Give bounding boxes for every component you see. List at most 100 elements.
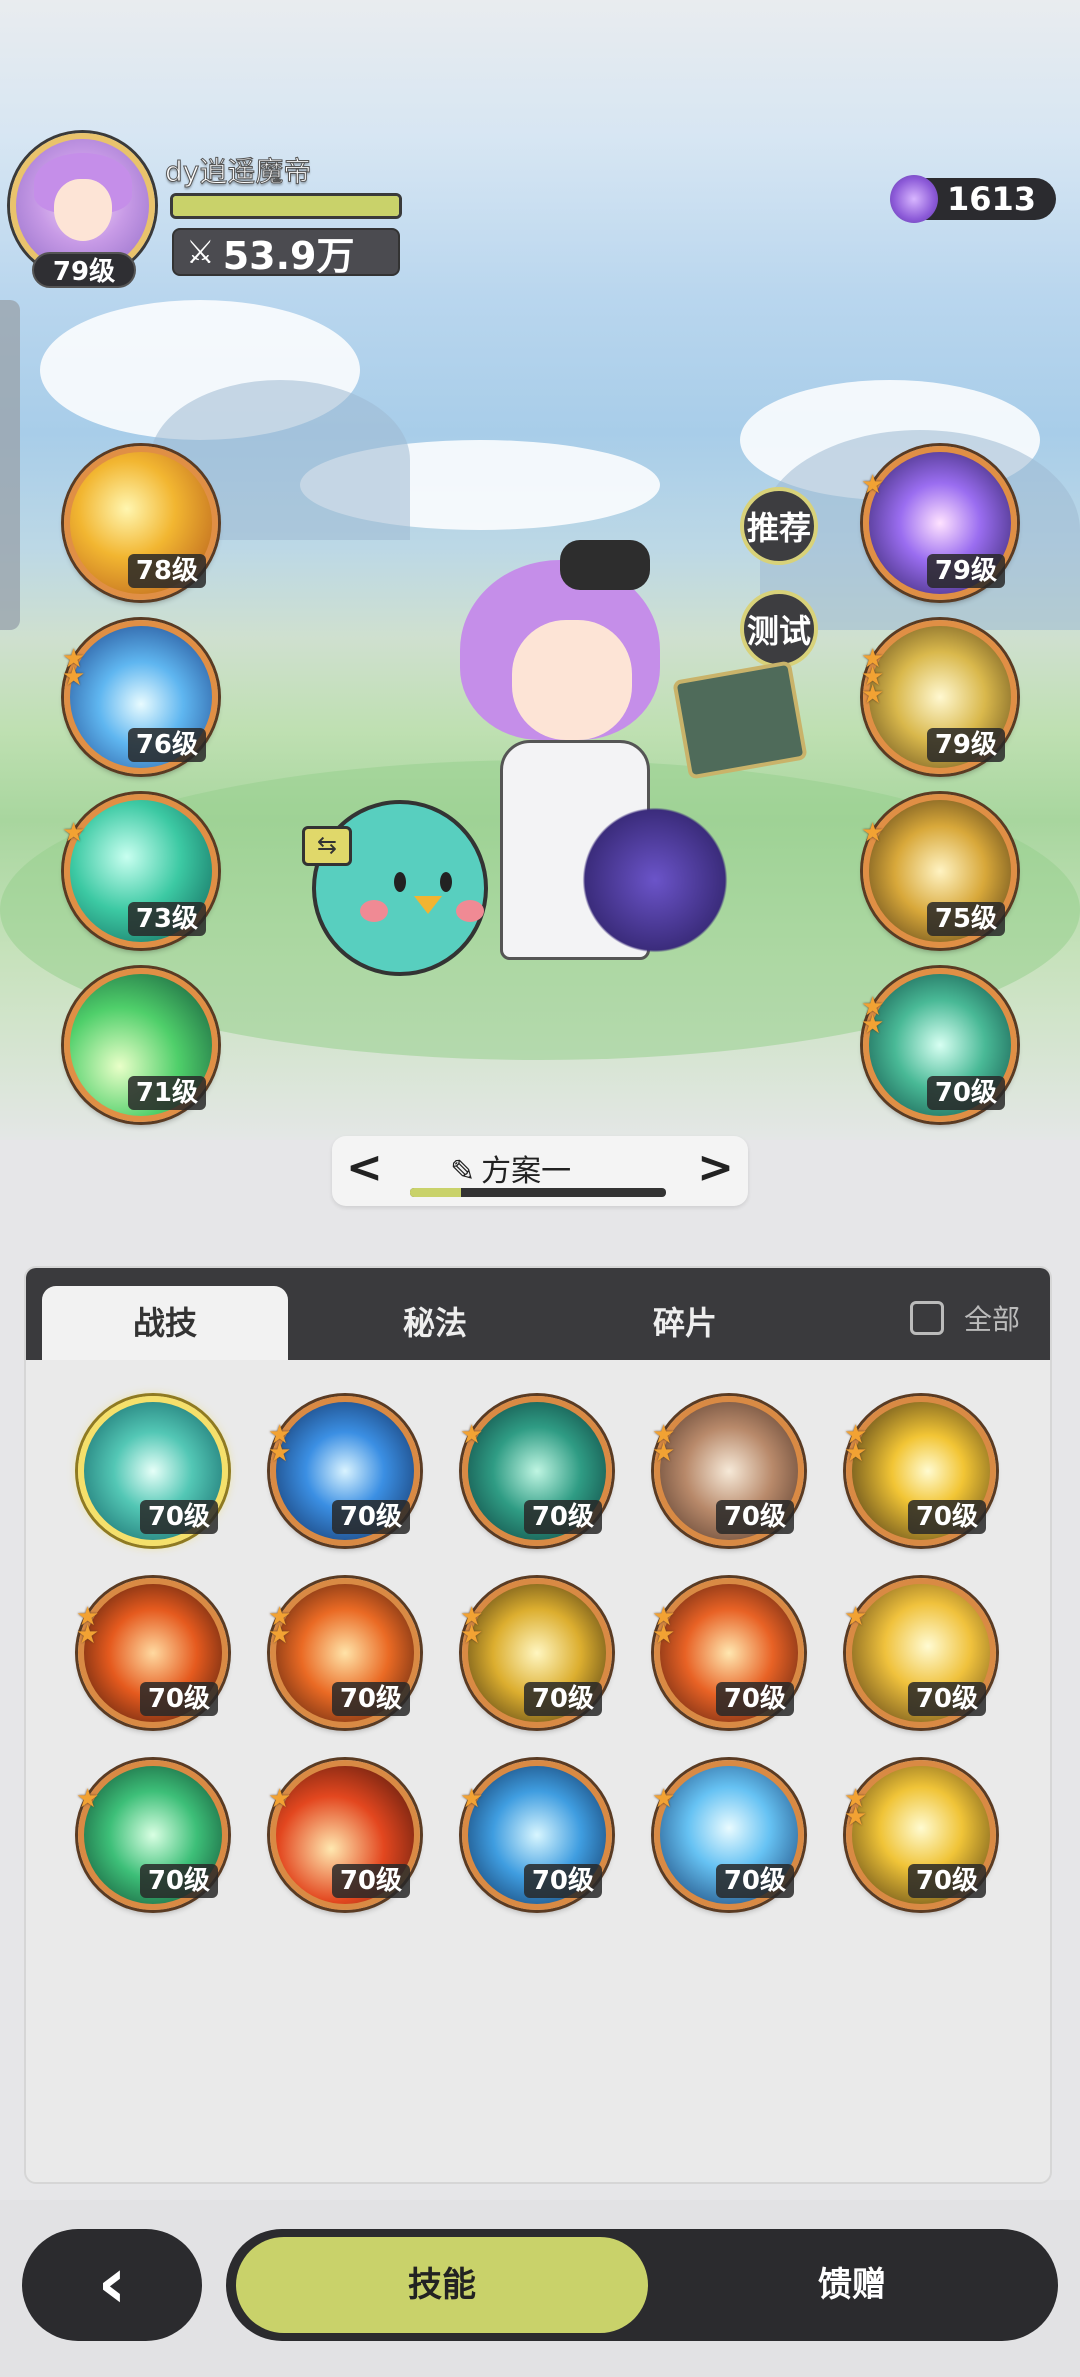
star-icon: ★ — [268, 1784, 292, 1814]
combat-power-value: 53.9万 — [222, 233, 355, 278]
filter-all-checkbox[interactable]: 全部 — [909, 1298, 1020, 1338]
skill-level-label: 76级 — [127, 728, 206, 762]
gem-currency[interactable]: 1613 — [890, 175, 1056, 223]
pet-eye — [394, 872, 406, 892]
bottom-nav: 技能 馈赠 — [226, 2229, 1058, 2341]
skill-icon-lightning-strike[interactable]: 70级 ★ ★ — [844, 1396, 996, 1546]
pet-beak — [414, 896, 442, 914]
skill-level-label: 70级 — [907, 1682, 986, 1716]
plan-progress-bar — [410, 1188, 666, 1197]
plan-label: 方案一 — [481, 1154, 572, 1189]
star-icon: ★ — [861, 470, 885, 500]
filter-all-label: 全部 — [963, 1303, 1020, 1336]
skill-level-label: 78级 — [127, 554, 206, 588]
equipped-skill-slot[interactable]: 71级 — [64, 968, 218, 1122]
pencil-icon: ✎ — [450, 1154, 476, 1189]
skill-level-label: 70级 — [523, 1682, 602, 1716]
skill-level-label: 79级 — [926, 728, 1005, 762]
skill-level-label: 70级 — [523, 1500, 602, 1534]
side-drawer-handle[interactable] — [0, 300, 20, 630]
skill-level-label: 71级 — [127, 1076, 206, 1110]
checkbox-icon — [909, 1301, 944, 1335]
equipped-skill-slot[interactable]: 73级 ★ — [62, 794, 218, 948]
player-character[interactable] — [440, 540, 808, 1000]
star-icon: ★ — [460, 1620, 484, 1650]
equipped-skill-slot[interactable]: 78级 — [64, 446, 218, 600]
star-icon: ★ — [62, 818, 86, 848]
star-icon: ★ — [652, 1438, 676, 1468]
nav-skill-button[interactable]: 技能 — [236, 2237, 648, 2333]
nav-gift-button[interactable]: 馈赠 — [656, 2237, 1048, 2333]
skill-icon-thorn-vine[interactable]: 70级 ★ — [460, 1396, 612, 1546]
exp-bar-fill — [173, 196, 399, 216]
skill-level-label: 70级 — [715, 1864, 794, 1898]
gem-currency-value: 1613 — [946, 180, 1036, 218]
tab-combat-skills[interactable]: 战技 — [42, 1286, 288, 1360]
skill-icon-teal-spiral[interactable]: 70级 — [78, 1396, 228, 1546]
skill-level-label: 70级 — [907, 1864, 986, 1898]
skill-icon-blue-wave[interactable]: 70级 ★ ★ — [268, 1396, 420, 1546]
skill-level-label: 70级 — [139, 1864, 218, 1898]
star-icon: ★ — [62, 662, 86, 692]
skill-icon-fire-eye[interactable]: 70级 ★ ★ — [268, 1578, 420, 1728]
star-icon: ★ — [861, 680, 885, 710]
skill-level-label: 70级 — [907, 1500, 986, 1534]
skill-level-label: 70级 — [331, 1500, 410, 1534]
plan-name[interactable]: ✎ 方案一 — [450, 1146, 571, 1190]
skill-level-label: 70级 — [715, 1682, 794, 1716]
player-name: dy逍遥魔帝 — [164, 155, 312, 189]
star-icon: ★ — [460, 1420, 484, 1450]
skill-icon-red-cards[interactable]: 70级 ★ ★ — [652, 1396, 804, 1546]
equipped-skill-slot[interactable]: 70级 ★ ★ — [861, 968, 1017, 1122]
pet-swap-icon[interactable]: ⇆ — [302, 826, 352, 866]
skill-icon-green-heal[interactable]: 70级 ★ — [76, 1760, 228, 1910]
plan-progress-fill — [410, 1188, 462, 1197]
skill-icon-gold-burst[interactable]: 70级 ★ — [844, 1578, 996, 1728]
skill-level-label: 73级 — [127, 902, 206, 936]
equipped-skill-slot[interactable]: 79级 ★ — [861, 446, 1017, 600]
crossed-swords-icon: ⚔ — [186, 233, 215, 271]
chevron-right-icon[interactable]: > — [697, 1146, 734, 1190]
equipped-skill-slot[interactable]: 76级 ★ ★ — [62, 620, 218, 774]
exp-bar — [170, 193, 402, 219]
skill-level-label: 79级 — [926, 554, 1005, 588]
equipped-skill-slot[interactable]: 75级 ★ — [861, 794, 1017, 948]
skill-icon-sun-triangle[interactable]: 70级 ★ ★ — [844, 1760, 996, 1910]
star-icon: ★ — [861, 1010, 885, 1040]
tab-fragments[interactable]: 碎片 — [562, 1286, 808, 1360]
skill-level-label: 70级 — [523, 1864, 602, 1898]
equipped-skill-slot[interactable]: 79级 ★ ★ ★ — [861, 620, 1017, 774]
magic-staff — [570, 800, 740, 960]
skill-level-label: 70级 — [139, 1682, 218, 1716]
tab-secret-arts[interactable]: 秘法 — [312, 1286, 558, 1360]
star-icon: ★ — [268, 1438, 292, 1468]
star-icon: ★ — [268, 1620, 292, 1650]
star-icon: ★ — [652, 1620, 676, 1650]
chevron-left-icon[interactable]: < — [346, 1146, 383, 1190]
skill-icon-ice-crystal[interactable]: 70级 ★ — [652, 1760, 804, 1910]
avatar-face — [54, 179, 112, 241]
star-icon: ★ — [460, 1784, 484, 1814]
skill-icon-fire-orb[interactable]: 70级 ★ ★ — [652, 1578, 804, 1728]
skill-icon-flame-pillar[interactable]: 70级 ★ — [268, 1760, 420, 1910]
skill-icon-gold-shards[interactable]: 70级 ★ ★ — [460, 1578, 612, 1728]
plan-selector: < ✎ 方案一 > — [332, 1136, 748, 1206]
skill-icon-fire-swirl[interactable]: 70级 ★ ★ — [76, 1578, 228, 1728]
player-level-badge: 79级 — [32, 252, 136, 288]
star-icon: ★ — [844, 1438, 868, 1468]
panel-tabs: 战技 秘法 碎片 全部 — [26, 1268, 1050, 1360]
star-icon: ★ — [844, 1802, 868, 1832]
skill-level-label: 70级 — [331, 1864, 410, 1898]
character-face — [512, 620, 632, 740]
skill-level-label: 70级 — [926, 1076, 1005, 1110]
skill-level-label: 70级 — [331, 1682, 410, 1716]
pet-cheek — [360, 900, 388, 922]
star-icon: ★ — [76, 1620, 100, 1650]
skill-icon-ice-shard[interactable]: 70级 ★ — [460, 1760, 612, 1910]
purple-gem-icon — [890, 175, 938, 223]
back-button[interactable]: ‹ — [22, 2229, 202, 2341]
star-icon: ★ — [652, 1784, 676, 1814]
star-icon: ★ — [76, 1784, 100, 1814]
skill-level-label: 70级 — [139, 1500, 218, 1534]
skill-level-label: 70级 — [715, 1500, 794, 1534]
